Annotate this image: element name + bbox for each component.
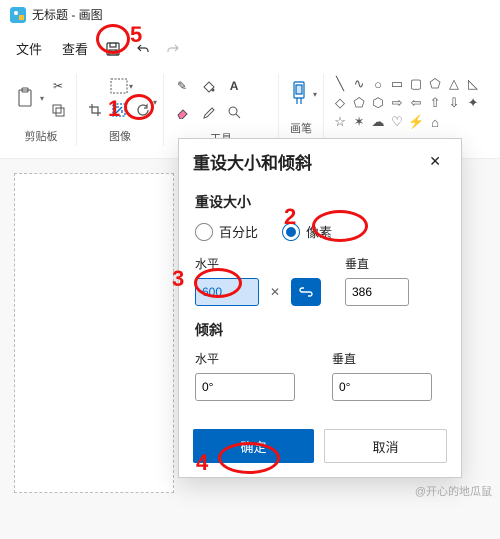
brushes-caret[interactable]: ▾ [313, 90, 317, 99]
brushes-button[interactable] [285, 74, 313, 114]
shape-diamond[interactable]: ◇ [332, 95, 348, 111]
clear-h-button[interactable]: ✕ [263, 278, 287, 306]
dialog-title: 重设大小和倾斜 [193, 149, 312, 174]
resize-section-label: 重设大小 [195, 192, 445, 212]
group-clipboard-label: 剪贴板 [25, 122, 58, 146]
resize-v-label: 垂直 [345, 255, 445, 272]
shape-hexagon[interactable]: ⬡ [370, 95, 386, 111]
paste-caret[interactable]: ▾ [40, 94, 44, 103]
shape-larrow[interactable]: ⇦ [408, 95, 424, 111]
shape-callout1[interactable]: ☁ [370, 114, 386, 130]
shape-star5[interactable]: ☆ [332, 114, 348, 130]
text-tool[interactable]: A [222, 74, 246, 98]
group-image-label: 图像 [109, 122, 131, 146]
shape-uarrow[interactable]: ⇧ [427, 95, 443, 111]
resize-tool[interactable] [107, 98, 131, 122]
shape-pentagon[interactable]: ⬠ [351, 95, 367, 111]
menu-view[interactable]: 查看 [52, 33, 98, 64]
picker-tool[interactable] [196, 100, 220, 124]
shape-line[interactable]: ╲ [332, 76, 348, 92]
shape-darrow[interactable]: ⇩ [446, 95, 462, 111]
shape-rtri[interactable]: ◺ [465, 76, 481, 92]
resize-h-input[interactable] [195, 278, 259, 306]
resize-v-input[interactable] [345, 278, 409, 306]
skew-v-label: 垂直 [332, 350, 445, 367]
menu-file[interactable]: 文件 [6, 33, 52, 64]
radio-pixels[interactable]: 像素 [282, 222, 332, 241]
shape-callout2[interactable]: ♡ [389, 114, 405, 130]
dialog-close-button[interactable]: ✕ [423, 151, 447, 172]
shape-curve[interactable]: ∿ [351, 76, 367, 92]
copy-button[interactable] [46, 98, 70, 122]
skew-h-label: 水平 [195, 350, 308, 367]
skew-h-input[interactable] [195, 373, 295, 401]
select-caret[interactable]: ▾ [129, 82, 133, 91]
paint-app-icon [10, 7, 26, 23]
fill-tool[interactable] [196, 74, 220, 98]
skew-section-label: 倾斜 [195, 320, 445, 340]
pencil-tool[interactable]: ✎ [170, 74, 194, 98]
crop-tool[interactable] [83, 98, 107, 122]
paste-button[interactable] [12, 78, 40, 118]
shape-star4[interactable]: ✦ [465, 95, 481, 111]
save-button[interactable] [98, 34, 128, 64]
aspect-lock-button[interactable] [291, 278, 321, 306]
rotate-tool[interactable] [131, 98, 155, 122]
window-title: 无标题 - 画图 [32, 6, 103, 23]
magnify-tool[interactable] [222, 100, 246, 124]
shape-star6[interactable]: ✶ [351, 114, 367, 130]
resize-h-label: 水平 [195, 255, 321, 272]
rotate-caret[interactable]: ▾ [153, 98, 157, 122]
shape-triangle[interactable]: △ [446, 76, 462, 92]
radio-pixels-label: 像素 [306, 222, 332, 241]
radio-percent-label: 百分比 [219, 222, 258, 241]
shape-callout4[interactable]: ⌂ [427, 114, 443, 130]
watermark: @开心的地瓜鼠 [415, 483, 492, 499]
canvas[interactable] [14, 173, 174, 493]
ok-button[interactable]: 确定 [193, 429, 314, 463]
resize-skew-dialog: 重设大小和倾斜 ✕ 重设大小 百分比 像素 水平 ✕ 垂直 [178, 138, 462, 478]
shape-rect[interactable]: ▭ [389, 76, 405, 92]
eraser-tool[interactable] [170, 100, 194, 124]
redo-button[interactable] [158, 34, 188, 64]
radio-percent[interactable]: 百分比 [195, 222, 258, 241]
skew-v-input[interactable] [332, 373, 432, 401]
shapes-gallery[interactable]: ╲ ∿ ○ ▭ ▢ ⬠ △ ◺ ◇ ⬠ ⬡ ⇨ ⇦ ⇧ ⇩ ✦ ☆ ✶ ☁ ♡ … [330, 74, 483, 132]
shape-oval[interactable]: ○ [370, 76, 386, 92]
shape-rarrow[interactable]: ⇨ [389, 95, 405, 111]
cancel-button[interactable]: 取消 [324, 429, 447, 463]
undo-button[interactable] [128, 34, 158, 64]
shape-callout3[interactable]: ⚡ [408, 114, 424, 130]
group-brushes-label: 画笔 [290, 114, 312, 138]
shape-polygon[interactable]: ⬠ [427, 76, 443, 92]
select-tool[interactable] [107, 74, 131, 98]
cut-button[interactable]: ✂ [46, 74, 70, 98]
shape-roundrect[interactable]: ▢ [408, 76, 424, 92]
